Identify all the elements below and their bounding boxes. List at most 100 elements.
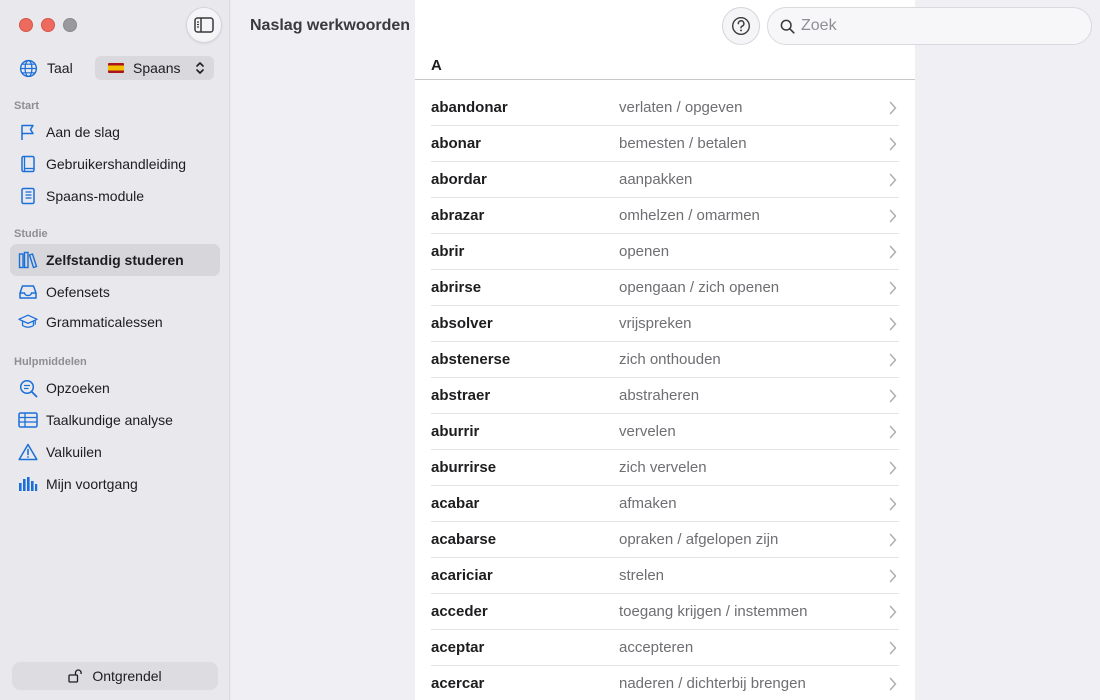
- verb-row[interactable]: acabar afmaken: [431, 486, 899, 522]
- verb-row[interactable]: acceder toegang krijgen / instemmen: [431, 594, 899, 630]
- verb-name: aburrirse: [431, 459, 497, 476]
- section-header-study: Studie: [14, 228, 48, 240]
- verb-row[interactable]: acariciar strelen: [431, 558, 899, 594]
- close-window-button[interactable]: [19, 18, 33, 32]
- sidebar-item-grammaticalessen[interactable]: Grammaticalessen: [10, 306, 220, 338]
- sidebar-item-label: Gebruikershandleiding: [46, 156, 187, 172]
- verb-row[interactable]: abstenerse zich onthouden: [431, 342, 899, 378]
- verb-translation: zich onthouden: [619, 351, 721, 368]
- spain-flag-icon: [108, 63, 124, 73]
- language-select[interactable]: Spaans: [95, 56, 214, 80]
- globe-icon: [19, 59, 38, 77]
- page-title: Naslag werkwoorden: [250, 17, 411, 34]
- verb-name: abordar: [431, 171, 487, 188]
- help-button[interactable]: [722, 7, 760, 45]
- verb-translation: bemesten / betalen: [619, 135, 747, 152]
- books-icon: [18, 250, 38, 270]
- magnifier-text-icon: [18, 378, 38, 398]
- minimize-window-button[interactable]: [41, 18, 55, 32]
- chevron-up-down-icon: [196, 62, 204, 74]
- window-controls: [19, 18, 77, 32]
- verb-name: absolver: [431, 315, 493, 332]
- sidebar-item-taalkundige-analyse[interactable]: Taalkundige analyse: [10, 404, 220, 436]
- book-closed-icon: [18, 186, 38, 206]
- chevron-right-icon: [889, 605, 897, 619]
- verb-row[interactable]: acercar naderen / dichterbij brengen: [431, 666, 899, 700]
- chevron-right-icon: [889, 641, 897, 655]
- sidebar: Taal Spaans Start Aan de slag Gebruikers…: [0, 0, 230, 700]
- chevron-right-icon: [889, 461, 897, 475]
- verb-row[interactable]: abrirse opengaan / zich openen: [431, 270, 899, 306]
- verb-row[interactable]: abrazar omhelzen / omarmen: [431, 198, 899, 234]
- chevron-right-icon: [889, 173, 897, 187]
- verb-name: acceder: [431, 603, 488, 620]
- verb-row[interactable]: aceptar accepteren: [431, 630, 899, 666]
- verb-list: abandonar verlaten / opgeven abonar bemeste…: [431, 90, 915, 700]
- chevron-right-icon: [889, 533, 897, 547]
- verb-translation: strelen: [619, 567, 665, 584]
- sidebar-item-label: Taalkundige analyse: [46, 412, 173, 428]
- verb-name: acabarse: [431, 531, 497, 548]
- verb-translation: zich vervelen: [619, 459, 707, 476]
- verb-translation: opraken / afgelopen zijn: [619, 531, 779, 548]
- verb-name: abonar: [431, 135, 482, 152]
- verb-row[interactable]: abordar aanpakken: [431, 162, 899, 198]
- verb-translation: toegang krijgen / instemmen: [619, 603, 808, 620]
- verb-row[interactable]: aburrir vervelen: [431, 414, 899, 450]
- verb-name: acariciar: [431, 567, 493, 584]
- sidebar-icon: [194, 17, 214, 33]
- verb-row[interactable]: abandonar verlaten / opgeven: [431, 90, 899, 126]
- zoom-window-button[interactable]: [63, 18, 77, 32]
- chevron-right-icon: [889, 245, 897, 259]
- sidebar-item-zelfstandig-studeren[interactable]: Zelfstandig studeren: [10, 244, 220, 276]
- verb-name: aceptar: [431, 639, 485, 656]
- language-select-value: Spaans: [133, 60, 181, 76]
- sidebar-item-opzoeken[interactable]: Opzoeken: [10, 372, 220, 404]
- verb-name: abandonar: [431, 99, 508, 116]
- verb-row[interactable]: abonar bemesten / betalen: [431, 126, 899, 162]
- sidebar-item-label: Zelfstandig studeren: [46, 252, 184, 268]
- chevron-right-icon: [889, 389, 897, 403]
- chevron-right-icon: [889, 281, 897, 295]
- book-icon: [18, 154, 38, 174]
- sidebar-item-label: Mijn voortgang: [46, 476, 138, 492]
- sidebar-item-mijn-voortgang[interactable]: Mijn voortgang: [10, 468, 220, 500]
- sidebar-item-oefensets[interactable]: Oefensets: [10, 276, 220, 308]
- sidebar-item-spaans-module[interactable]: Spaans-module: [10, 180, 220, 212]
- chevron-right-icon: [889, 497, 897, 511]
- verb-translation: openen: [619, 243, 670, 260]
- verb-row[interactable]: abrir openen: [431, 234, 899, 270]
- verb-translation: naderen / dichterbij brengen: [619, 675, 806, 692]
- sidebar-item-label: Grammaticalessen: [46, 314, 163, 330]
- search-field[interactable]: [767, 7, 1092, 45]
- warning-icon: [18, 442, 38, 462]
- sidebar-toggle-button[interactable]: [186, 7, 222, 43]
- chevron-right-icon: [889, 353, 897, 367]
- sidebar-item-aan-de-slag[interactable]: Aan de slag: [10, 116, 220, 148]
- verb-row[interactable]: aburrirse zich vervelen: [431, 450, 899, 486]
- sidebar-item-valkuilen[interactable]: Valkuilen: [10, 436, 220, 468]
- verb-row[interactable]: absolver vrijspreken: [431, 306, 899, 342]
- unlock-button[interactable]: Ontgrendel: [12, 662, 218, 690]
- verb-name: abstenerse: [431, 351, 511, 368]
- verb-translation: abstraheren: [619, 387, 700, 404]
- sidebar-item-label: Aan de slag: [46, 124, 120, 140]
- sidebar-item-gebruikershandleiding[interactable]: Gebruikershandleiding: [10, 148, 220, 180]
- search-input[interactable]: [801, 17, 1061, 35]
- verb-translation: aanpakken: [619, 171, 693, 188]
- verb-row[interactable]: acabarse opraken / afgelopen zijn: [431, 522, 899, 558]
- verb-row[interactable]: abstraer abstraheren: [431, 378, 899, 414]
- language-row: Taal Spaans: [19, 56, 214, 80]
- verb-name: abrirse: [431, 279, 482, 296]
- search-icon: [780, 19, 795, 34]
- verb-translation: verlaten / opgeven: [619, 99, 743, 116]
- verb-name: abrazar: [431, 207, 485, 224]
- verb-name: abrir: [431, 243, 465, 260]
- section-header-start: Start: [14, 100, 40, 112]
- chevron-right-icon: [889, 425, 897, 439]
- chevron-right-icon: [889, 677, 897, 691]
- chevron-right-icon: [889, 317, 897, 331]
- language-label: Taal: [47, 60, 73, 76]
- verb-translation: accepteren: [619, 639, 694, 656]
- verb-name: aburrir: [431, 423, 480, 440]
